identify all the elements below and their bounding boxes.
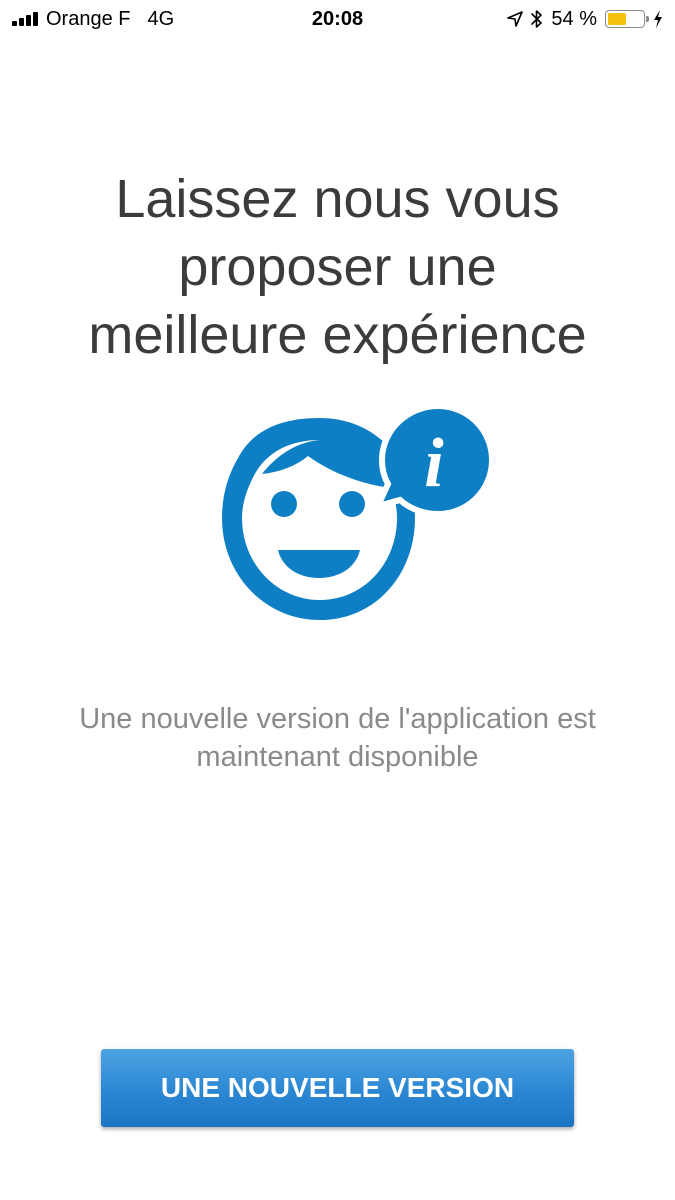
status-bar-right: 54 % — [507, 6, 663, 32]
charging-bolt-icon — [654, 10, 662, 28]
page-title: Laissez nous vous proposer une meilleure… — [40, 165, 635, 369]
info-glyph: i — [424, 425, 444, 502]
headline-line-2: proposer une — [178, 237, 497, 297]
bluetooth-icon — [531, 10, 543, 28]
update-message: Une nouvelle version de l'application es… — [30, 700, 645, 776]
battery-percentage: 54 % — [551, 8, 597, 30]
battery-fill — [608, 13, 626, 25]
new-version-button[interactable]: UNE NOUVELLE VERSION — [101, 1049, 574, 1127]
headline-line-3: meilleure expérience — [88, 305, 587, 365]
smiling-face-with-info-bubble-icon: i — [222, 402, 496, 620]
message-line-1: Une nouvelle version de l'application es… — [79, 703, 596, 735]
headline-line-1: Laissez nous vous — [115, 169, 560, 229]
battery-icon — [605, 10, 649, 28]
location-arrow-icon — [507, 11, 524, 27]
message-line-2: maintenant disponible — [196, 741, 479, 773]
status-bar: Orange F 4G 20:08 54 % — [0, 0, 675, 40]
